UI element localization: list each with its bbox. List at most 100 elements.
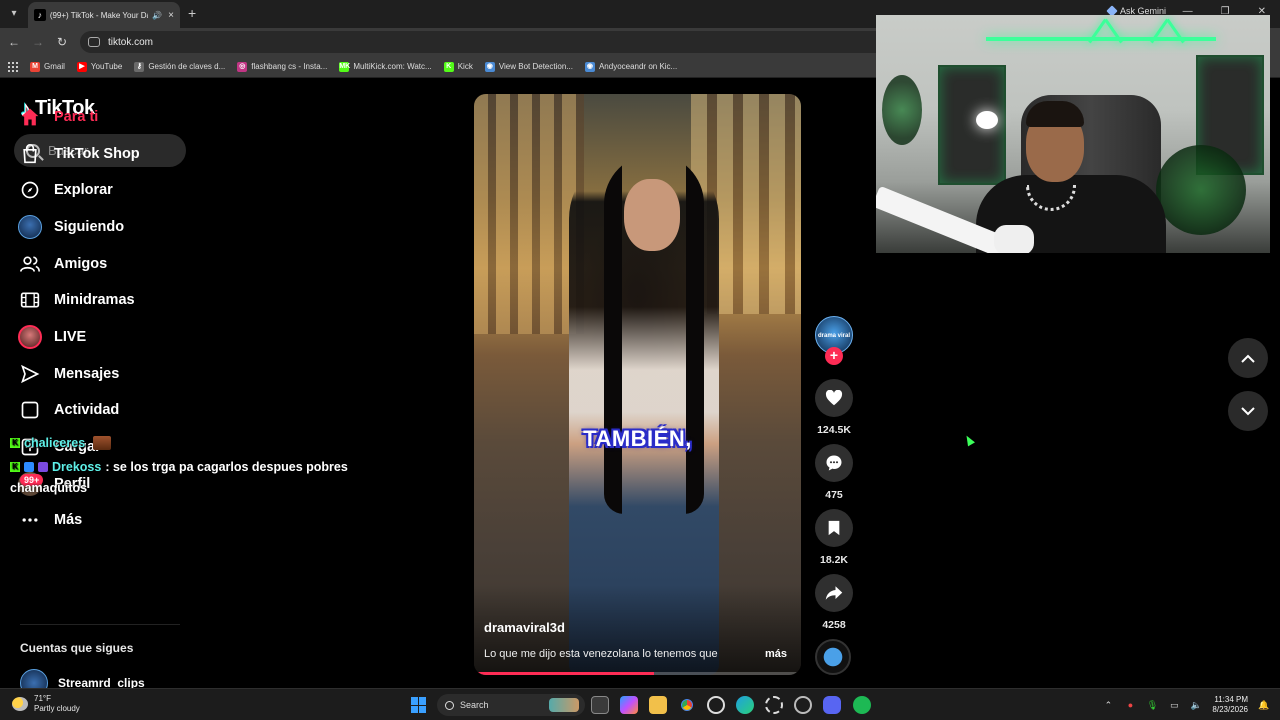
like-button[interactable] (815, 379, 853, 417)
video-frame-decor (474, 94, 584, 334)
save-button[interactable] (815, 509, 853, 547)
file-explorer-icon[interactable] (649, 696, 667, 714)
notification-bell-icon[interactable]: 🔔 (1258, 699, 1270, 711)
sidebar-item-amigos[interactable]: Amigos (18, 252, 107, 276)
chevron-up-icon (1241, 354, 1255, 363)
bookmark-item[interactable]: MK MultiKick.com: Watc... (339, 61, 432, 72)
previous-video-button[interactable] (1228, 338, 1268, 378)
sidebar-item-label: Para ti (54, 109, 99, 125)
video-author[interactable]: dramaviral3d (484, 620, 565, 635)
sidebar-item-actividad[interactable]: Actividad (18, 398, 119, 422)
discord-icon[interactable] (823, 696, 841, 714)
windows-taskbar: 71°F Partly cloudy Search ⌃ ● 🎙 ▭ 🔈 11:3… (0, 688, 1280, 720)
microphone-icon[interactable]: 🎙 (1146, 699, 1158, 711)
sound-disc[interactable] (815, 639, 851, 675)
sidebar-item-más[interactable]: Más (18, 508, 82, 532)
bookmark-item[interactable]: M Gmail (30, 61, 65, 72)
reload-icon[interactable]: ↻ (54, 34, 70, 50)
sidebar-item-tiktok-shop[interactable]: TikTok Shop (18, 142, 140, 166)
activity-icon (18, 398, 42, 422)
save-count: 18.2K (819, 554, 849, 566)
search-icon (445, 700, 454, 710)
copilot-icon[interactable] (620, 696, 638, 714)
video-player[interactable]: TAMBIÉN, dramaviral3d Lo que me dijo est… (474, 94, 801, 675)
subscriber-badge-icon (24, 462, 34, 472)
bookmark-item[interactable]: ◎ flashbang cs - Insta... (237, 61, 327, 72)
edge-icon[interactable] (736, 696, 754, 714)
weather-widget[interactable]: 71°F Partly cloudy (12, 694, 80, 714)
plant-decor (882, 75, 922, 145)
taskbar-clock[interactable]: 11:34 PM 8/23/2026 (1212, 695, 1248, 715)
tray-app-icon[interactable]: ● (1124, 699, 1136, 711)
bookmark-label: Andyoceandr on Kic... (598, 62, 678, 71)
bookmark-item[interactable]: ◉ View Bot Detection... (484, 61, 573, 72)
bookmark-item[interactable]: ◉ Andyoceandr on Kic... (584, 61, 678, 72)
instagram-icon: ◎ (237, 61, 248, 72)
shop-bag-icon (18, 142, 42, 166)
more-button[interactable]: más (765, 648, 787, 660)
chat-emote-icon (93, 436, 112, 450)
taskbar-search[interactable]: Search (437, 694, 585, 716)
sidebar-item-minidramas[interactable]: Minidramas (18, 288, 135, 312)
apps-grid-icon[interactable] (8, 61, 18, 72)
back-arrow-icon[interactable]: ← (6, 34, 22, 50)
comment-button[interactable] (815, 444, 853, 482)
divider (20, 624, 180, 625)
bookmark-label: Gestión de claves d... (148, 62, 226, 71)
forward-arrow-icon[interactable]: → (30, 34, 46, 50)
browser-tab-tiktok[interactable]: ♪ (99+) TikTok - Make Your Day 🔊 × (28, 2, 180, 28)
chrome-icon[interactable] (678, 696, 696, 714)
sidebar-item-label: Actividad (54, 402, 120, 418)
sidebar-item-explorar[interactable]: Explorar (18, 178, 113, 202)
message-icon (18, 362, 42, 386)
globe-icon: ◉ (484, 61, 495, 72)
sidebar-item-label: TikTok Shop (54, 146, 140, 162)
chat-message: : se los trga pa cagarlos despues pobres (105, 460, 348, 474)
url-text: tiktok.com (108, 36, 154, 48)
home-icon (18, 105, 42, 129)
speaker-icon[interactable]: 🔊 (152, 11, 162, 20)
sidebar-item-para-ti[interactable]: Para ti (18, 105, 98, 129)
lamp-decor (976, 111, 998, 129)
chevron-up-icon[interactable]: ⌃ (1102, 699, 1114, 711)
settings-gear-icon[interactable] (794, 696, 812, 714)
next-video-button[interactable] (1228, 391, 1268, 431)
partly-cloudy-icon (12, 697, 28, 711)
clock-app-icon[interactable] (707, 696, 725, 714)
sidebar-item-mensajes[interactable]: Mensajes (18, 362, 119, 386)
tab-search-button[interactable]: ▾ (6, 6, 22, 22)
sidebar-item-siguiendo[interactable]: Siguiendo (18, 215, 124, 239)
bookmark-label: Gmail (44, 62, 65, 71)
site-info-icon[interactable] (88, 37, 100, 47)
bookmark-item[interactable]: ▶ YouTube (76, 61, 122, 72)
new-tab-button[interactable]: + (188, 5, 196, 21)
bookmark-item[interactable]: K Kick (443, 61, 473, 72)
tiktok-favicon-icon: ♪ (34, 9, 46, 21)
share-button[interactable] (815, 574, 853, 612)
friends-icon (18, 252, 42, 276)
sidebar-item-live[interactable]: LIVE (18, 325, 86, 349)
kick-badge-icon: K (10, 438, 20, 448)
video-progress-bar[interactable] (474, 672, 801, 675)
start-button[interactable] (411, 697, 427, 713)
globe-icon: ◉ (584, 61, 595, 72)
bookmark-item[interactable]: ⚷ Gestión de claves d... (134, 61, 226, 72)
close-tab-icon[interactable]: × (168, 10, 174, 21)
share-count: 4258 (822, 619, 846, 631)
network-icon[interactable]: ▭ (1168, 699, 1180, 711)
obs-icon[interactable] (765, 696, 783, 714)
following-avatar-icon (18, 215, 42, 239)
video-subject-face (624, 179, 680, 251)
streamer-hair (1026, 101, 1084, 127)
task-view-icon[interactable] (591, 696, 609, 714)
volume-icon[interactable]: 🔈 (1190, 699, 1202, 711)
follow-plus-button[interactable]: + (825, 347, 843, 365)
sidebar-item-label: Explorar (54, 182, 113, 198)
sidebar-item-label: Minidramas (54, 292, 135, 308)
spotify-icon[interactable] (853, 696, 871, 714)
comment-count: 475 (825, 489, 843, 501)
clock-date: 8/23/2026 (1212, 705, 1248, 714)
chat-username: Drekoss (52, 460, 102, 474)
like-count: 124.5K (817, 424, 851, 436)
system-tray: ⌃ ● 🎙 ▭ 🔈 11:34 PM 8/23/2026 🔔 (1102, 689, 1280, 720)
